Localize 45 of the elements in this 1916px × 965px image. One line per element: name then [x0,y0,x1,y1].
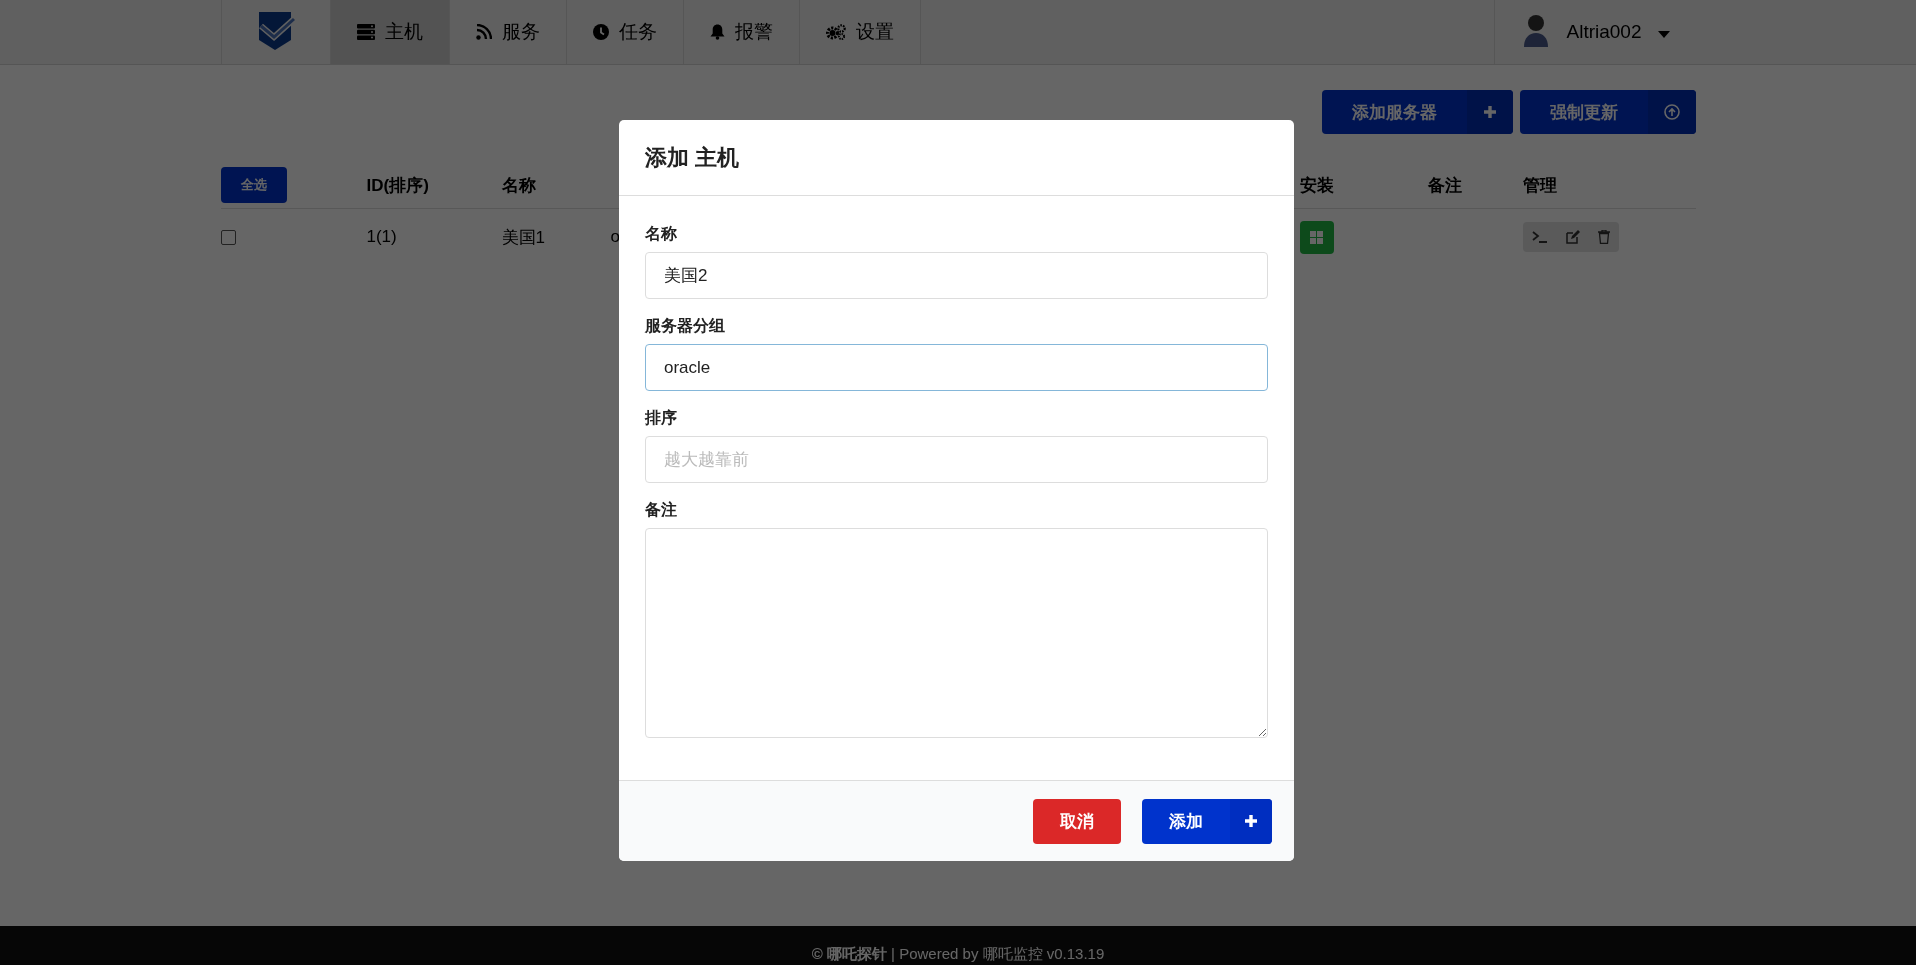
plus-icon [1244,814,1258,828]
input-field[interactable]: 越大越靠前 [645,436,1268,483]
toolbar-button[interactable]: 强制更新 [1519,90,1696,134]
column-header: ID(排序) [366,150,502,209]
field-label: 排序 [645,408,678,427]
server-icon [356,24,375,40]
bell-icon [709,24,725,40]
cancel-button[interactable]: 取消 [1033,798,1121,844]
nav-tab[interactable]: 任务 [566,0,684,64]
select-all-button[interactable]: 全选 [220,167,287,203]
row-checkbox[interactable] [220,229,236,245]
column-header: 管理 [1522,150,1696,209]
windows-icon [1310,230,1323,244]
input-field[interactable]: oracle [645,344,1268,391]
clock-icon [592,24,609,40]
rss-icon [475,24,492,40]
input-field[interactable]: 美国2 [645,252,1268,299]
nav-tab[interactable]: 设置 [799,0,921,64]
install-button[interactable] [1299,220,1334,254]
textarea-field[interactable] [645,528,1268,738]
table-cell-text: 1(1) [366,226,398,248]
gears-icon [825,24,846,40]
nav-tab[interactable]: 报警 [683,0,800,64]
table-cell-text: o [610,226,621,248]
field-label: 服务器分组 [645,316,726,335]
column-header: 名称 [501,150,611,209]
column-header: 备注 [1427,150,1523,209]
toolbar-button[interactable]: 添加服务器 [1321,90,1513,134]
add-button[interactable]: 添加 [1142,798,1272,844]
trash-icon[interactable] [1597,230,1610,244]
username[interactable]: Altria002 [1566,21,1642,43]
edit-icon[interactable] [1565,230,1580,244]
field-label: 名称 [645,224,678,243]
logo-icon[interactable] [256,12,295,52]
field-label: 备注 [645,500,678,519]
table-cell-text: 美国1 [501,226,546,249]
arrow-up-circle-icon [1663,104,1680,120]
caret-icon[interactable] [1657,31,1670,38]
dialog-title: 添加 主机 [645,143,740,172]
nav-tab[interactable]: 服务 [449,0,567,64]
column-header: 安装 [1299,150,1428,209]
terminal-icon[interactable] [1531,230,1548,244]
footer-text: © 哪吒探针 | Powered by 哪吒监控 v0.13.19 [811,944,1105,964]
nav-tab[interactable]: 主机 [330,0,450,64]
plus-icon [1482,105,1497,119]
